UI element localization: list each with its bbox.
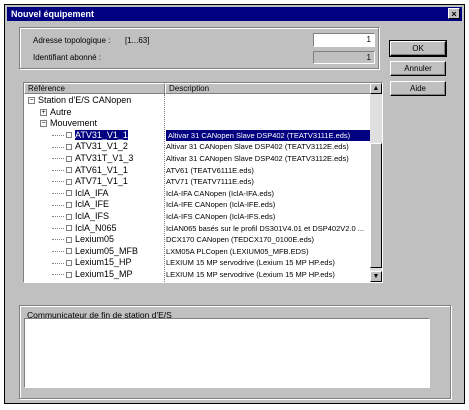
scroll-thumb[interactable] (370, 143, 382, 268)
description-cell (166, 118, 368, 129)
description-cell: IclA-IFS CANopen (IclA-IFS.eds) (166, 212, 276, 221)
close-button[interactable]: × (448, 8, 460, 19)
tree-connector (52, 239, 64, 241)
description-cell: IclA-IFA CANopen (IclA-IFA.eds) (166, 188, 274, 198)
reference-text: Lexium05 (75, 234, 115, 245)
tree-connector (52, 216, 64, 218)
tree-connector (52, 169, 64, 171)
tree-connector (52, 181, 64, 183)
collapse-icon[interactable]: − (40, 120, 47, 128)
address-label: Adresse topologique : (33, 36, 111, 45)
table-row[interactable]: Lexium15_MP LEXIUM 15 MP servodrive (Lexi… (24, 269, 370, 280)
table-row[interactable]: ATV71_V1_1 ATV71 (TEATV7111E.eds) (24, 176, 370, 187)
reference-text: IclA_IFA (75, 187, 109, 198)
reference-cell: + Autre (24, 107, 179, 118)
tree-connector (52, 274, 64, 276)
device-icon (66, 248, 72, 255)
reference-text: Autre (50, 106, 72, 117)
table-row[interactable]: ATV31_V1_2 Altivar 31 CANopen Slave DSP40… (24, 141, 370, 152)
device-icon (66, 132, 72, 139)
reference-text: ATV31T_V1_3 (75, 153, 134, 163)
column-header-reference[interactable]: Référence (24, 83, 165, 94)
table-row[interactable]: ATV31T_V1_3 Altivar 31 CANopen Slave DSP4… (24, 153, 370, 164)
description-cell: IclAN065 basés sur le profil DS301V4.01 … (166, 223, 365, 233)
reference-text: IclA_IFS (75, 211, 110, 221)
table-row[interactable]: ATV31_V1_1 Altivar 31 CANopen Slave DSP40… (24, 129, 370, 141)
description-cell (166, 107, 368, 118)
description-cell: LEXIUM 15 MP servodrive (Lexium 15 MP HP… (166, 270, 335, 279)
device-icon (66, 213, 72, 220)
equipment-catalog-list[interactable]: Référence Description − Station d'E/S CAN… (23, 82, 383, 283)
tree-connector (52, 227, 64, 229)
window-title: Nouvel équipement (11, 9, 95, 19)
tree-connector (52, 262, 64, 264)
description-cell: Altivar 31 CANopen Slave DSP402 (TEATV31… (166, 154, 349, 163)
device-icon (66, 155, 72, 162)
address-range: [1...63] (125, 36, 150, 45)
subscriber-label: Identifiant abonné : (33, 53, 102, 62)
tree-connector (52, 158, 64, 160)
address-input[interactable]: 1 (313, 33, 375, 47)
table-row[interactable]: ATV61_V1_1 ATV61 (TEATV6111E.eds) (24, 165, 370, 176)
reference-cell: − Mouvement (24, 118, 179, 129)
table-row[interactable]: IclA_IFE IclA-IFE CANopen (IclA-IFE.eds) (24, 199, 370, 210)
reference-text: Lexium15_HP (75, 257, 132, 268)
scroll-up-button[interactable]: ▲ (370, 83, 382, 94)
description-cell: IclA-IFE CANopen (IclA-IFE.eds) (166, 200, 276, 210)
table-row[interactable]: − Station d'E/S CANopen (24, 95, 370, 106)
table-row[interactable]: + Autre (24, 107, 370, 118)
reference-text: ATV71_V1_1 (75, 176, 128, 187)
description-cell (166, 95, 368, 106)
subscriber-field: 1 (313, 51, 375, 64)
table-row[interactable]: IclA_IFS IclA-IFS CANopen (IclA-IFS.eds) (24, 211, 370, 222)
reference-cell: − Station d'E/S CANopen (24, 95, 167, 106)
description-cell: LXM05A PLCopen (LEXIUM05_MFB.EDS) (166, 246, 309, 256)
reference-text: IclA_IFE (75, 199, 110, 210)
reference-text: Station d'E/S CANopen (38, 95, 132, 105)
cancel-button[interactable]: Annuler (390, 61, 446, 76)
reference-text: ATV31_V1_1 (75, 129, 128, 140)
reference-text: Lexium05_MFB (75, 245, 139, 256)
tree-connector (52, 146, 64, 148)
description-cell: DCX170 CANopen (TEDCX170_0100E.eds) (166, 235, 314, 245)
scroll-down-button[interactable]: ▼ (370, 271, 382, 282)
device-icon (66, 178, 72, 185)
table-row[interactable]: IclA_IFA IclA-IFA CANopen (IclA-IFA.eds) (24, 188, 370, 199)
reference-text: IclA_N065 (75, 222, 117, 233)
title-bar: Nouvel équipement × (7, 7, 462, 21)
tree-connector (52, 204, 64, 206)
table-row[interactable]: Lexium15_HP LEXIUM 15 MP servodrive (Lexi… (24, 257, 370, 268)
device-icon (66, 271, 72, 278)
table-row[interactable]: − Mouvement (24, 118, 370, 129)
device-icon (66, 225, 72, 232)
communicator-textarea[interactable] (24, 318, 430, 388)
vertical-scrollbar[interactable]: ▲ ▼ (370, 83, 382, 282)
collapse-icon[interactable]: − (28, 97, 35, 105)
reference-text: Mouvement (50, 118, 98, 129)
device-icon (66, 260, 72, 267)
reference-text: ATV31_V1_2 (75, 141, 128, 152)
table-row[interactable]: Lexium05_MFB LXM05A PLCopen (LEXIUM05_MFB… (24, 246, 370, 257)
description-cell: Altivar 31 CANopen Slave DSP402 (TEATV31… (166, 142, 349, 152)
device-icon (66, 144, 72, 151)
ok-button[interactable]: OK (389, 40, 447, 57)
expand-icon[interactable]: + (40, 108, 47, 116)
description-cell: Altivar 31 CANopen Slave DSP402 (TEATV31… (166, 129, 370, 141)
device-icon (66, 190, 72, 197)
description-cell: ATV71 (TEATV7111E.eds) (166, 177, 254, 187)
column-header-description[interactable]: Description (165, 83, 371, 94)
tree-connector (52, 134, 64, 136)
description-cell: ATV61 (TEATV6111E.eds) (166, 165, 254, 175)
device-icon (66, 202, 72, 209)
device-icon (66, 236, 72, 243)
table-row[interactable]: IclA_N065 IclAN065 basés sur le profil DS… (24, 223, 370, 234)
tree-connector (52, 192, 64, 194)
table-row[interactable]: Lexium05 DCX170 CANopen (TEDCX170_0100E.e… (24, 234, 370, 245)
device-icon (66, 167, 72, 174)
tree-connector (52, 250, 64, 252)
reference-text: Lexium15_MP (75, 269, 133, 279)
reference-text: ATV61_V1_1 (75, 164, 128, 175)
help-button[interactable]: Aide (390, 81, 446, 96)
description-cell: LEXIUM 15 MP servodrive (Lexium 15 MP HP… (166, 258, 335, 268)
